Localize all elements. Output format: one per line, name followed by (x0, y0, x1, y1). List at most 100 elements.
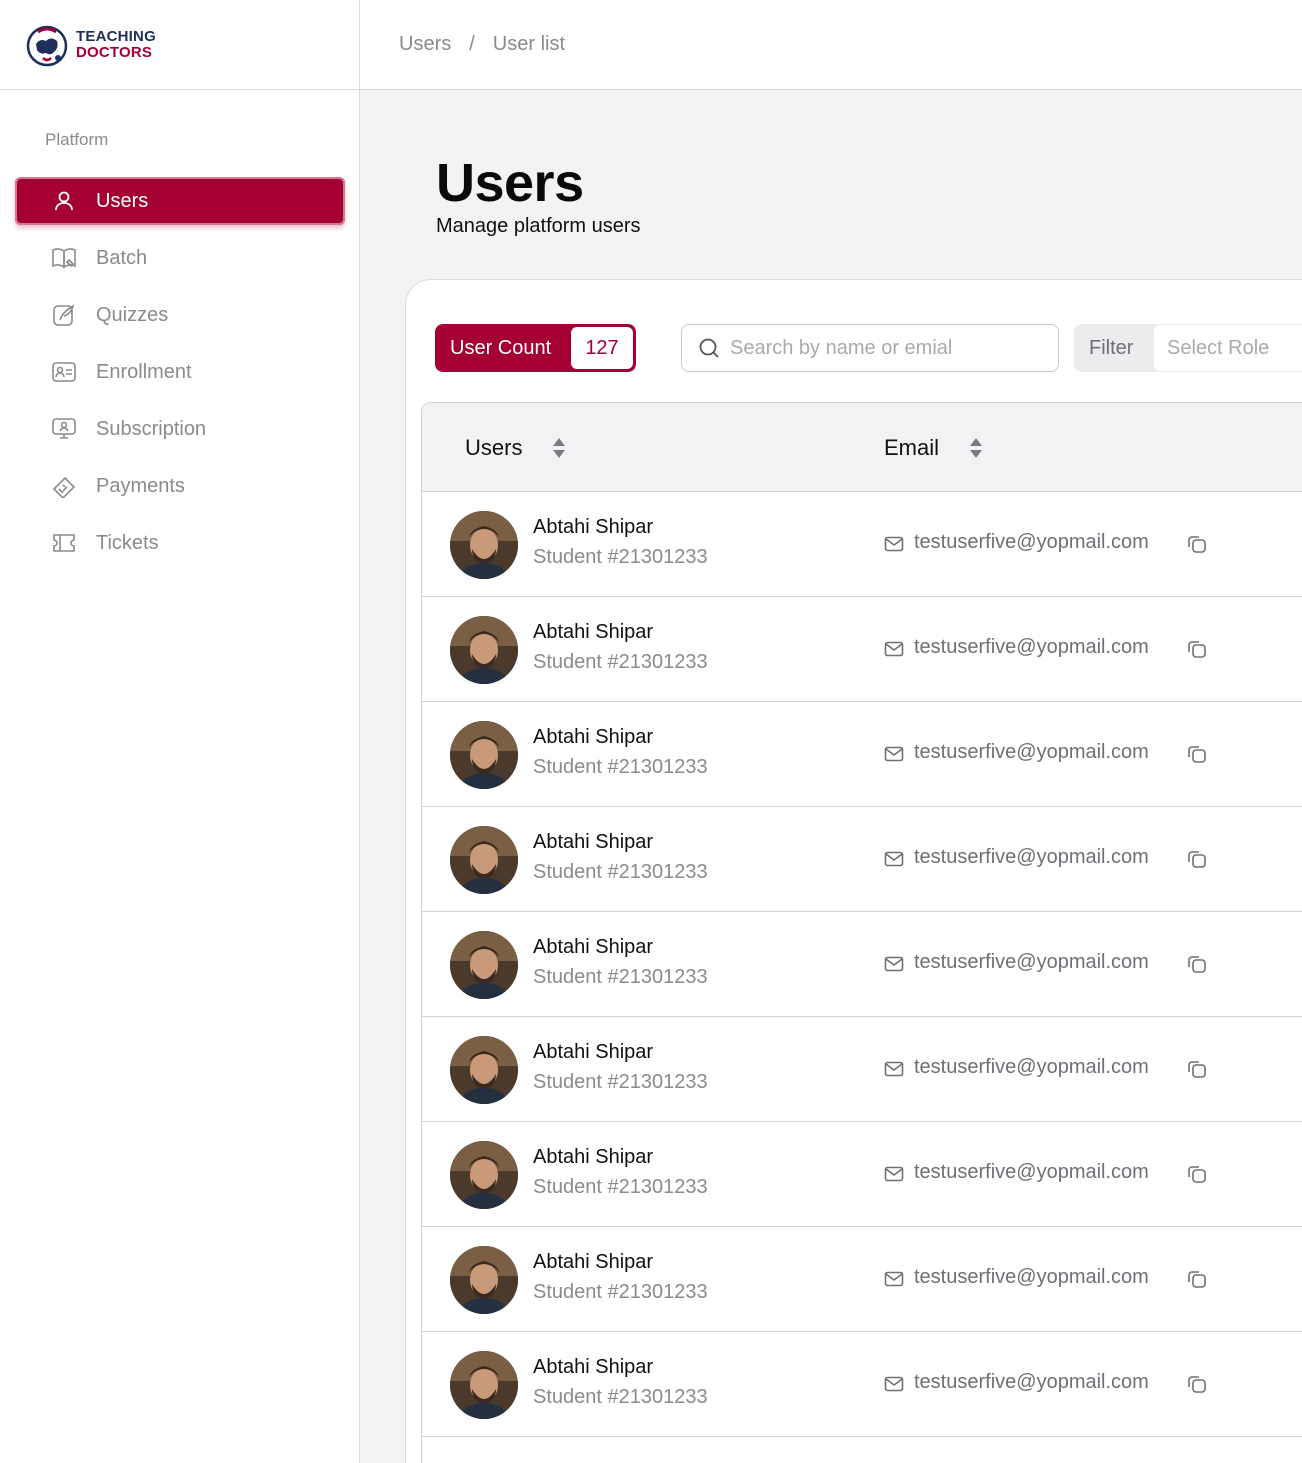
user-name: Abtahi Shipar (533, 1251, 654, 1273)
role-select[interactable]: Select Role (1154, 325, 1302, 371)
book-icon (51, 245, 77, 271)
user-name: Abtahi Shipar (533, 1146, 654, 1168)
table-row[interactable]: Abtahi Shipar Student #21301233 testuserfi… (422, 492, 1302, 597)
role-filter: Filter Select Role (1074, 324, 1302, 372)
sidebar-item-subscription[interactable]: Subscription (15, 405, 345, 453)
table-row[interactable]: Abtahi Shipar Student #21301233 testuserfi… (422, 597, 1302, 702)
sidebar-item-users[interactable]: Users (15, 177, 345, 225)
mail-icon (884, 641, 904, 662)
search-icon (699, 338, 719, 358)
copy-icon[interactable] (1186, 638, 1208, 665)
user-email: testuserfive@yopmail.com (914, 531, 1149, 553)
avatar (450, 1246, 518, 1314)
user-id: Student #21301233 (533, 756, 708, 778)
copy-icon[interactable] (1186, 953, 1208, 980)
user-id: Student #21301233 (533, 966, 708, 988)
filter-label: Filter (1089, 336, 1134, 359)
avatar (450, 826, 518, 894)
sidebar-item-quizzes[interactable]: Quizzes (15, 291, 345, 339)
table-row[interactable]: Abtahi Shipar Student #21301233 testuserfi… (422, 1017, 1302, 1122)
copy-icon[interactable] (1186, 743, 1208, 770)
breadcrumb-item-user-list: User list (492, 33, 566, 55)
mail-icon (884, 746, 904, 767)
user-name: Abtahi Shipar (533, 621, 654, 643)
sidebar-item-label: Payments (96, 474, 185, 497)
user-email: testuserfive@yopmail.com (914, 1371, 1149, 1393)
id-card-icon (51, 359, 77, 385)
sort-icon[interactable] (969, 436, 983, 460)
copy-icon[interactable] (1186, 1268, 1208, 1295)
quiz-icon (51, 302, 77, 328)
nav-section-label: Platform (45, 130, 109, 149)
mail-icon (884, 1061, 904, 1082)
user-email: testuserfive@yopmail.com (914, 1056, 1149, 1078)
sidebar-item-tickets[interactable]: Tickets (15, 519, 345, 567)
table-row[interactable]: Abtahi Shipar Student #21301233 testuserfi… (422, 807, 1302, 912)
copy-icon[interactable] (1186, 1058, 1208, 1085)
sidebar-item-label: Batch (96, 246, 148, 269)
logo-wordmark: TEACHING DOCTORS (76, 28, 156, 61)
column-header-label: Email (884, 434, 940, 460)
logo-emblem-icon (26, 25, 68, 66)
table-row[interactable]: Abtahi Shipar Student #21301233 testuserfi… (422, 702, 1302, 807)
user-name: Abtahi Shipar (533, 831, 654, 853)
avatar (450, 1036, 518, 1104)
user-name: Abtahi Shipar (533, 516, 654, 538)
table-row[interactable]: Abtahi Shipar Student #21301233 testuserfi… (422, 1227, 1302, 1332)
table-row[interactable]: Abtahi Shipar Student #21301233 testuserfi… (422, 1122, 1302, 1227)
user-count-value: 127 (571, 327, 633, 369)
column-header-email: Email (884, 403, 983, 492)
sidebar-nav: Users Batch Quizzes Enrollment Subscript… (15, 177, 345, 576)
mail-icon (884, 1271, 904, 1292)
page-title: Users (436, 153, 584, 213)
logo[interactable]: TEACHING DOCTORS (0, 0, 359, 90)
breadcrumb: Users / User list (360, 0, 1302, 90)
copy-icon[interactable] (1186, 533, 1208, 560)
sidebar-item-enrollment[interactable]: Enrollment (15, 348, 345, 396)
user-name: Abtahi Shipar (533, 936, 654, 958)
page-subtitle: Manage platform users (436, 215, 641, 237)
copy-icon[interactable] (1186, 1163, 1208, 1190)
mail-icon (884, 956, 904, 977)
table-row[interactable]: Abtahi Shipar Student #21301233 testuserfi… (422, 912, 1302, 1017)
avatar (450, 616, 518, 684)
sidebar-item-label: Subscription (96, 417, 207, 440)
user-id: Student #21301233 (533, 1071, 708, 1093)
user-icon (51, 188, 77, 214)
avatar (450, 511, 518, 579)
sidebar: TEACHING DOCTORS Platform Users Batch Qu… (0, 0, 360, 1463)
user-id: Student #21301233 (533, 1386, 708, 1408)
avatar (450, 721, 518, 789)
avatar (450, 931, 518, 999)
mail-icon (884, 1376, 904, 1397)
role-select-placeholder: Select Role (1167, 336, 1270, 359)
sidebar-item-payments[interactable]: Payments (15, 462, 345, 510)
users-table: Users Email Abtahi Shipar Student #213012… (421, 402, 1302, 1463)
user-email: testuserfive@yopmail.com (914, 951, 1149, 973)
mail-icon (884, 1166, 904, 1187)
copy-icon[interactable] (1186, 848, 1208, 875)
user-email: testuserfive@yopmail.com (914, 846, 1149, 868)
copy-icon[interactable] (1186, 1373, 1208, 1400)
mail-icon (884, 536, 904, 557)
table-header: Users Email (422, 403, 1302, 492)
user-email: testuserfive@yopmail.com (914, 1161, 1149, 1183)
payment-icon (51, 473, 77, 499)
user-id: Student #21301233 (533, 1281, 708, 1303)
ticket-icon (51, 530, 77, 556)
user-name: Abtahi Shipar (533, 726, 654, 748)
column-header-users: Users (465, 403, 566, 492)
breadcrumb-item-users[interactable]: Users (399, 33, 451, 56)
table-row[interactable]: Abtahi Shipar Student #21301233 testuserfi… (422, 1332, 1302, 1437)
subscription-icon (51, 416, 77, 442)
user-name: Abtahi Shipar (533, 1356, 654, 1378)
sidebar-item-label: Users (96, 189, 149, 212)
user-count-badge: User Count 127 (435, 324, 636, 372)
user-email: testuserfive@yopmail.com (914, 741, 1149, 763)
sort-icon[interactable] (552, 436, 566, 460)
sidebar-item-batch[interactable]: Batch (15, 234, 345, 282)
search-box[interactable] (681, 324, 1059, 372)
sidebar-item-label: Enrollment (96, 360, 192, 383)
user-id: Student #21301233 (533, 546, 708, 568)
search-input[interactable] (730, 336, 1030, 360)
